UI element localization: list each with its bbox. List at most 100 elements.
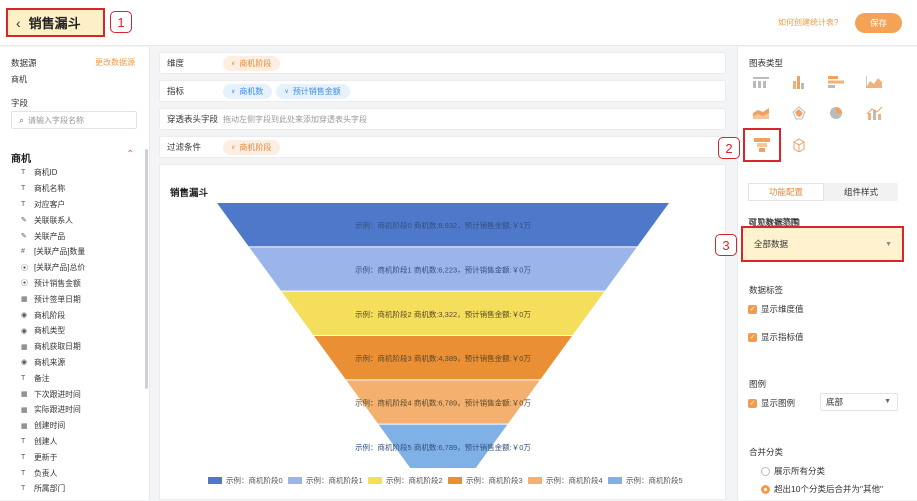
funnel-data-label: 示例：商机阶段5 商机数:6,789，预计销售金额:￥0万	[355, 442, 531, 452]
legend-item[interactable]: 示例：商机阶段0	[226, 475, 283, 485]
dropdown-caret-icon: ▼	[885, 241, 892, 248]
currency-icon: ⦿	[21, 280, 28, 288]
chevron-up-icon[interactable]: ⌃	[126, 149, 134, 160]
merge-all-radio[interactable]: 展示所有分类	[761, 465, 825, 477]
radar-icon[interactable]	[789, 105, 809, 121]
tab-function-config[interactable]: 功能配置	[748, 183, 824, 201]
field-item[interactable]: ▦ 商机获取日期	[21, 339, 141, 355]
legend-item[interactable]: 示例：商机阶段1	[306, 475, 363, 485]
field-item[interactable]: ⦿ 预计销售金额	[21, 276, 141, 292]
field-label: 对应客户	[34, 199, 66, 209]
funnel-icon[interactable]	[752, 137, 772, 153]
field-item[interactable]: T 创建人	[21, 434, 141, 450]
filter-row[interactable]: 过滤条件 ∨ 商机阶段	[159, 136, 726, 158]
back-arrow-icon[interactable]: ‹	[16, 16, 21, 30]
chevron-down-icon: ∨	[231, 88, 236, 95]
page-title-area: ‹ 销售漏斗	[6, 8, 105, 37]
show-metric-checkbox[interactable]: ✓ 显示指标值	[748, 331, 804, 343]
text-type-icon: T	[21, 469, 26, 477]
chevron-down-icon: ∨	[284, 88, 289, 95]
filter-pill[interactable]: ∨ 商机阶段	[223, 139, 281, 155]
field-item[interactable]: T 商机ID	[21, 165, 141, 181]
field-label: 预计签单日期	[34, 294, 81, 304]
legend-swatch	[528, 477, 542, 484]
legend-position-select[interactable]: 底部 ▼	[820, 393, 898, 411]
chart-type-label: 图表类型	[749, 58, 784, 68]
funnel-data-label: 示例：商机阶段0 商机数:8,932，预计销售金额:￥1万	[355, 220, 531, 230]
field-item[interactable]: ▦ 下次跟进时间	[21, 386, 141, 402]
chart-canvas: 销售漏斗 示例：商机阶段0 商机数:8,932，预计销售金额:￥1万 示例：商机阶…	[159, 164, 726, 500]
combo-chart-icon[interactable]	[864, 105, 884, 121]
page-title: 销售漏斗	[28, 16, 81, 31]
field-item[interactable]: T 更新于	[21, 449, 141, 465]
search-icon: ⌕	[19, 114, 25, 125]
legend-item[interactable]: 示例：商机阶段4	[546, 475, 603, 485]
data-label-title: 数据标签	[749, 285, 784, 295]
dimension-pill[interactable]: ∨ 商机阶段	[223, 55, 281, 71]
funnel-data-label: 示例：商机阶段3 商机数:4,389，预计销售金额:￥0万	[355, 353, 531, 363]
visible-range-select[interactable]: 全部数据 ▼	[741, 226, 904, 262]
field-label: 实际跟进时间	[34, 405, 81, 415]
legend-item[interactable]: 示例：商机阶段2	[386, 475, 443, 485]
visible-range-value: 全部数据	[754, 239, 789, 249]
callout-1: 1	[110, 11, 132, 33]
dimension-label: 维度	[167, 58, 185, 68]
field-item[interactable]: T 对应客户	[21, 197, 141, 213]
legend-item[interactable]: 示例：商机阶段3	[466, 475, 523, 485]
horizontal-bar-icon[interactable]	[826, 74, 846, 90]
pivot-row[interactable]: 穿透表头字段 拖动左侧字段到此处来添加穿透表头字段	[159, 108, 726, 130]
field-search-input[interactable]: ⌕ 请输入字段名称	[11, 111, 137, 129]
number-icon: #	[21, 248, 25, 256]
bar-chart-icon[interactable]	[789, 74, 809, 90]
show-legend-checkbox[interactable]: ✓ 显示图例	[748, 397, 795, 409]
field-item[interactable]: ▦ 预计签单日期	[21, 291, 141, 307]
change-datasource-link[interactable]: 更改数据源	[95, 57, 135, 68]
calendar-icon: ▦	[21, 406, 28, 414]
field-item[interactable]: ◉ 商机类型	[21, 323, 141, 339]
field-item[interactable]: T 所属部门	[21, 481, 141, 497]
field-group-title[interactable]: 商机	[11, 150, 31, 165]
help-link[interactable]: 如何创建统计表?	[778, 17, 838, 28]
calendar-icon: ▦	[21, 422, 28, 430]
field-item[interactable]: ◉ 商机阶段	[21, 307, 141, 323]
legend-item[interactable]: 示例：商机阶段5	[626, 475, 683, 485]
datasource-value: 商机	[11, 75, 27, 84]
area-chart-icon[interactable]	[864, 74, 884, 90]
show-dimension-checkbox[interactable]: ✓ 显示维度值	[748, 303, 804, 315]
stacked-area-icon[interactable]	[751, 105, 771, 121]
funnel-data-label: 示例：商机阶段1 商机数:6,223，预计销售金额:￥0万	[355, 265, 531, 275]
text-type-icon: T	[21, 453, 26, 461]
save-button[interactable]: 保存	[855, 13, 902, 33]
field-item[interactable]: T 备注	[21, 370, 141, 386]
field-label: 备注	[34, 373, 50, 383]
table-icon[interactable]	[751, 74, 771, 90]
callout-3: 3	[715, 234, 737, 256]
field-item[interactable]: ◉ 商机来源	[21, 355, 141, 371]
text-type-icon: T	[21, 200, 26, 208]
sidebar-scrollbar[interactable]	[145, 149, 148, 389]
field-label: 商机阶段	[34, 310, 66, 320]
field-label: 关联联系人	[34, 215, 73, 225]
metric-pill-amount[interactable]: ∨ 预计销售金额	[276, 83, 350, 99]
tab-component-style[interactable]: 组件样式	[824, 183, 898, 201]
field-item[interactable]: # [关联产品]数量	[21, 244, 141, 260]
merge-over10-radio[interactable]: 超出10个分类后合并为"其他"	[761, 483, 883, 495]
field-item[interactable]: T 商机名称	[21, 181, 141, 197]
field-item[interactable]: ✎ 关联产品	[21, 228, 141, 244]
metric-pill-count[interactable]: ∨ 商机数	[223, 83, 273, 99]
text-type-icon: T	[21, 485, 26, 493]
field-item[interactable]: ▦ 创建时间	[21, 418, 141, 434]
field-item[interactable]: ▦ 实际跟进时间	[21, 402, 141, 418]
field-label: 商机获取日期	[34, 342, 81, 352]
field-item[interactable]: T 负责人	[21, 465, 141, 481]
funnel-data-label: 示例：商机阶段2 商机数:3,322，预计销售金额:￥0万	[355, 309, 531, 319]
field-label: 预计销售金额	[34, 278, 81, 288]
pie-chart-icon[interactable]	[826, 105, 846, 121]
3d-box-icon[interactable]	[789, 137, 809, 153]
dimension-row[interactable]: 维度 ∨ 商机阶段	[159, 52, 726, 74]
field-item[interactable]: ⦿ [关联产品]总价	[21, 260, 141, 276]
field-label: 所属部门	[34, 484, 66, 494]
legend-swatch	[288, 477, 302, 484]
field-item[interactable]: ✎ 关联联系人	[21, 212, 141, 228]
metric-row[interactable]: 指标 ∨ 商机数 ∨ 预计销售金额	[159, 80, 726, 102]
